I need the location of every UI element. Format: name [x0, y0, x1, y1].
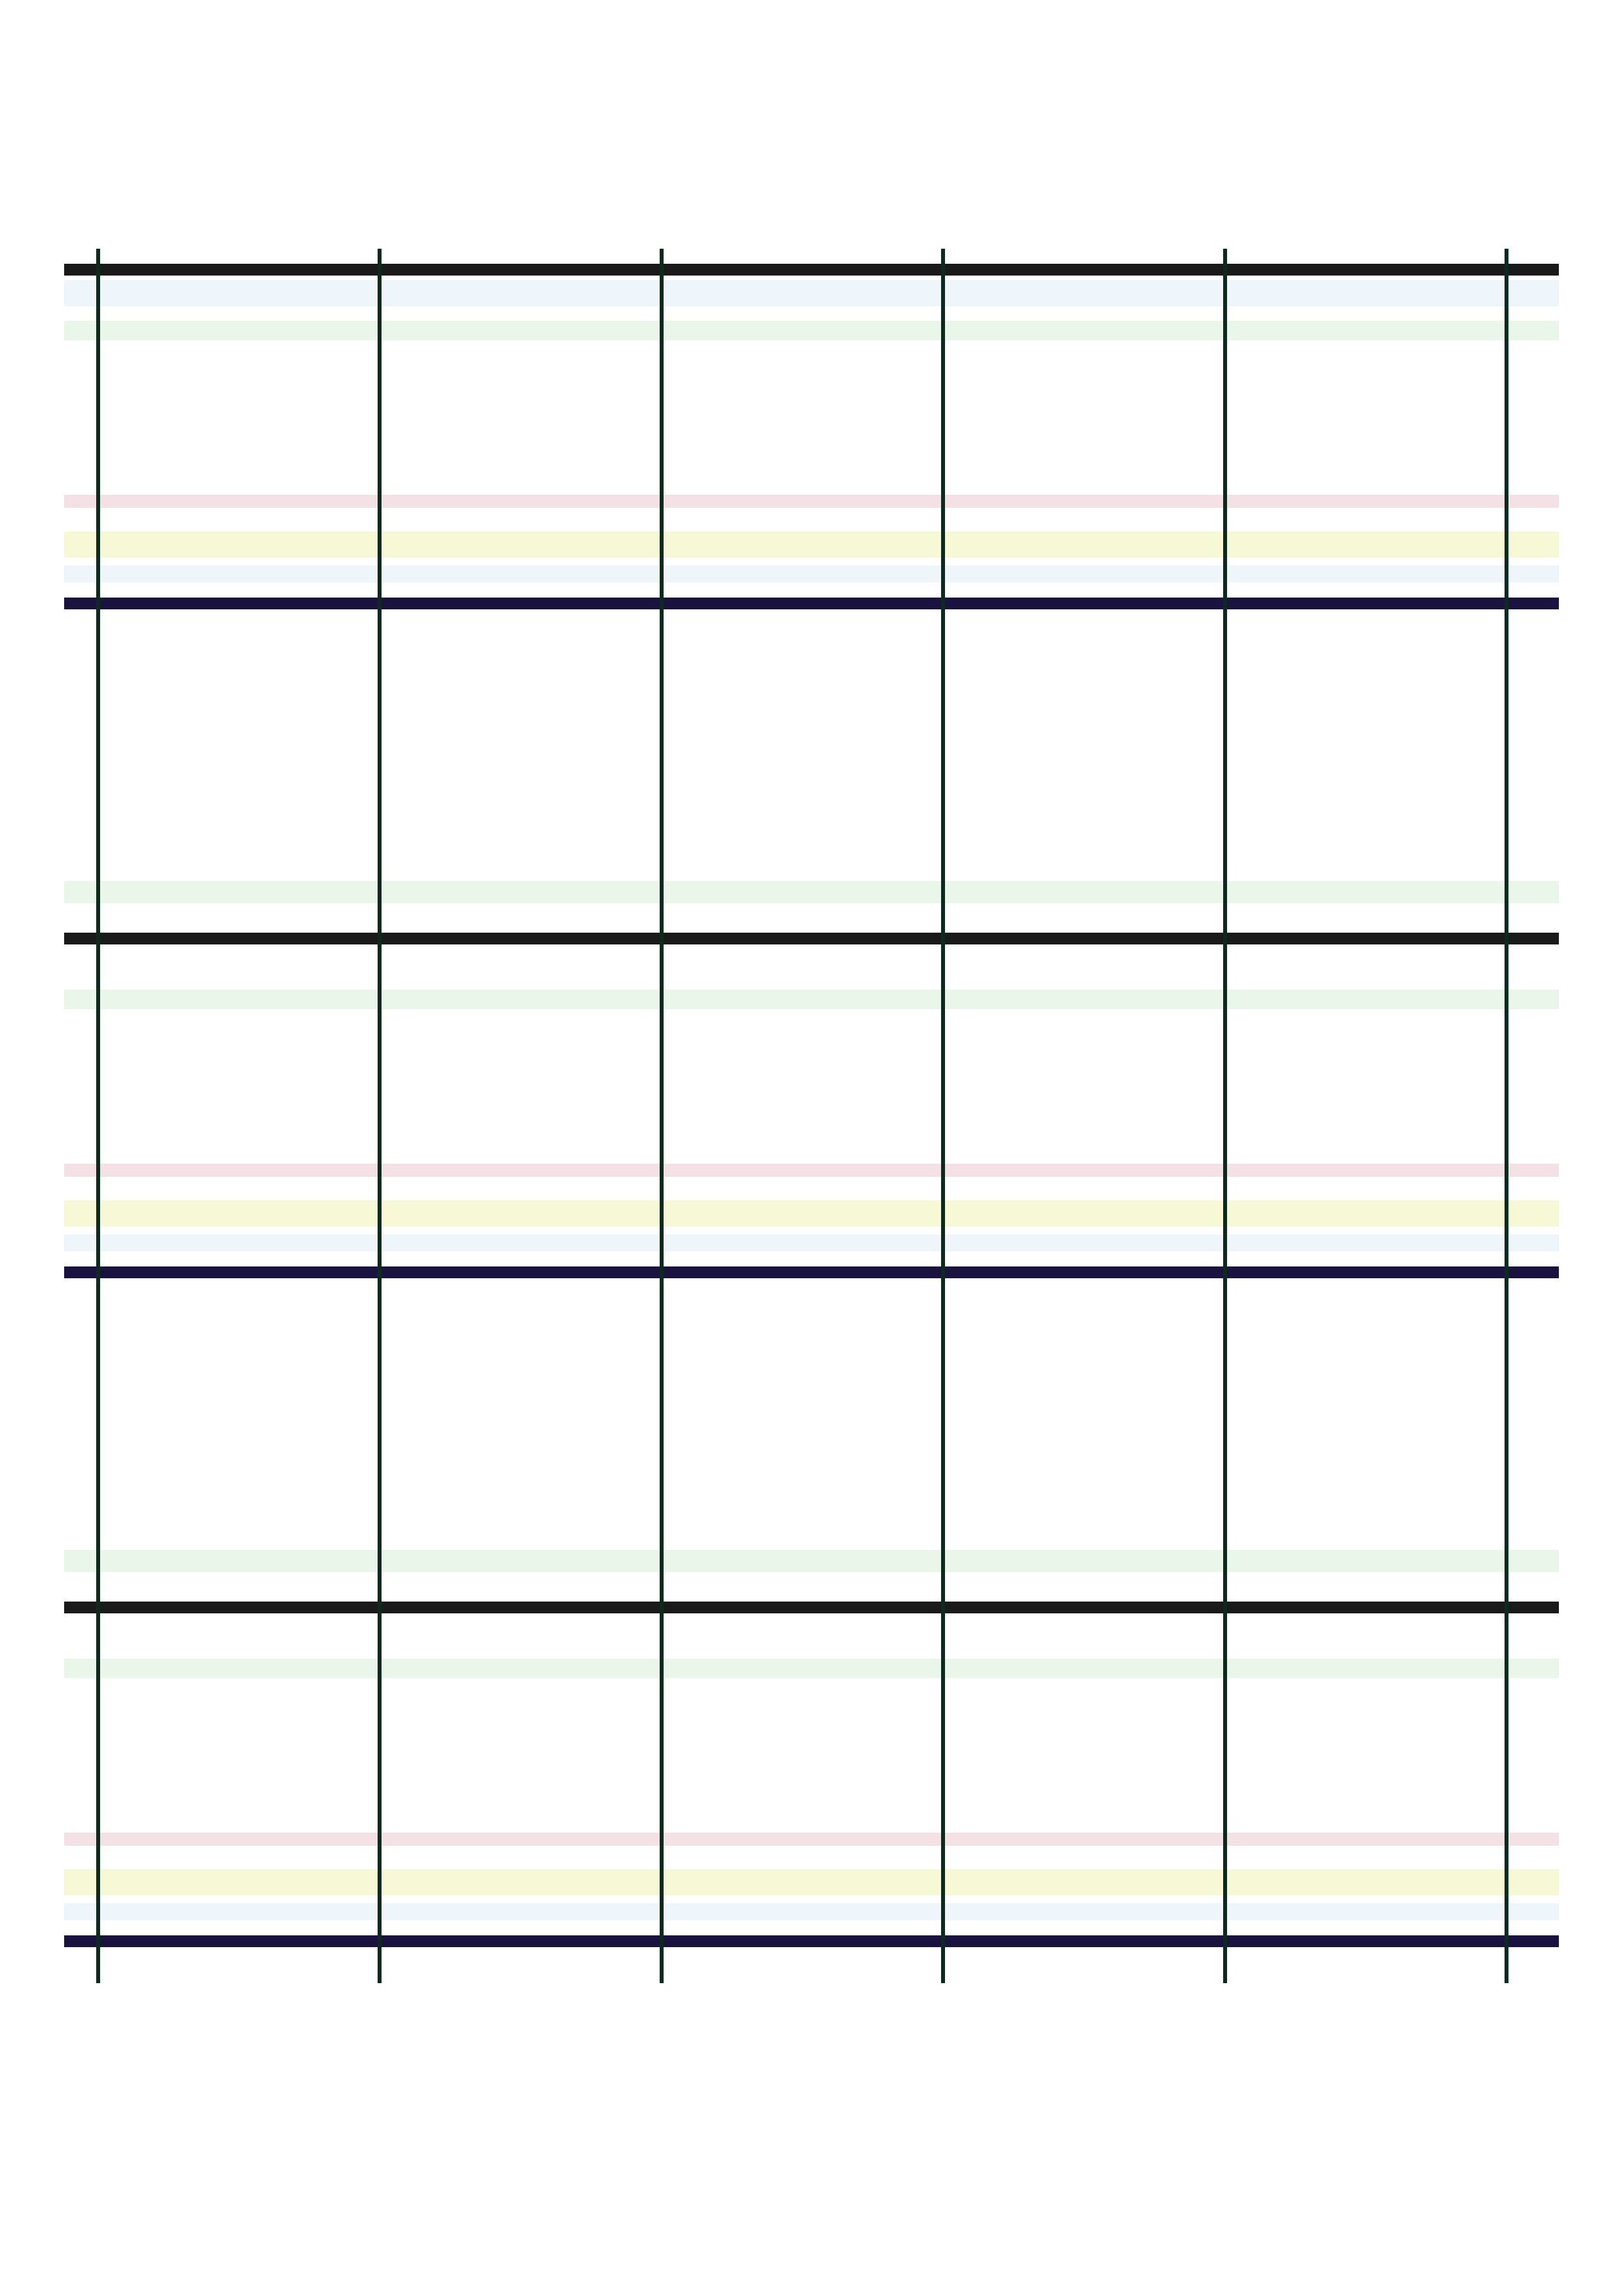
guide-tint-band — [64, 531, 1559, 558]
vertical-rule — [1223, 249, 1227, 1983]
grid-paper — [64, 249, 1559, 1983]
horizontal-rule — [64, 598, 1559, 609]
guide-tint-bands — [64, 280, 1559, 1920]
guide-tint-band — [64, 565, 1559, 583]
vertical-rule — [96, 249, 100, 1983]
vertical-rules — [96, 249, 1508, 1983]
guide-tint-band — [64, 1903, 1559, 1920]
horizontal-rule — [64, 1602, 1559, 1613]
guide-tint-band — [64, 1869, 1559, 1895]
horizontal-rule — [64, 1266, 1559, 1278]
horizontal-rule — [64, 1935, 1559, 1947]
guide-tint-band — [64, 1833, 1559, 1846]
guide-tint-band — [64, 495, 1559, 508]
guide-tint-band — [64, 321, 1559, 340]
guide-tint-band — [64, 1659, 1559, 1678]
guide-tint-band — [64, 1234, 1559, 1251]
guide-tint-band — [64, 1200, 1559, 1227]
guide-tint-band — [64, 990, 1559, 1009]
vertical-rule — [378, 249, 382, 1983]
vertical-rule — [1505, 249, 1508, 1983]
vertical-rule — [941, 249, 945, 1983]
horizontal-rule — [64, 933, 1559, 944]
guide-tint-band — [64, 881, 1559, 903]
guide-tint-band — [64, 1164, 1559, 1177]
guide-tint-band — [64, 280, 1559, 306]
guide-tint-band — [64, 1550, 1559, 1572]
horizontal-rules — [64, 264, 1559, 1947]
vertical-rule — [660, 249, 664, 1983]
grid-paper-page — [0, 0, 1623, 2296]
horizontal-rule — [64, 264, 1559, 276]
